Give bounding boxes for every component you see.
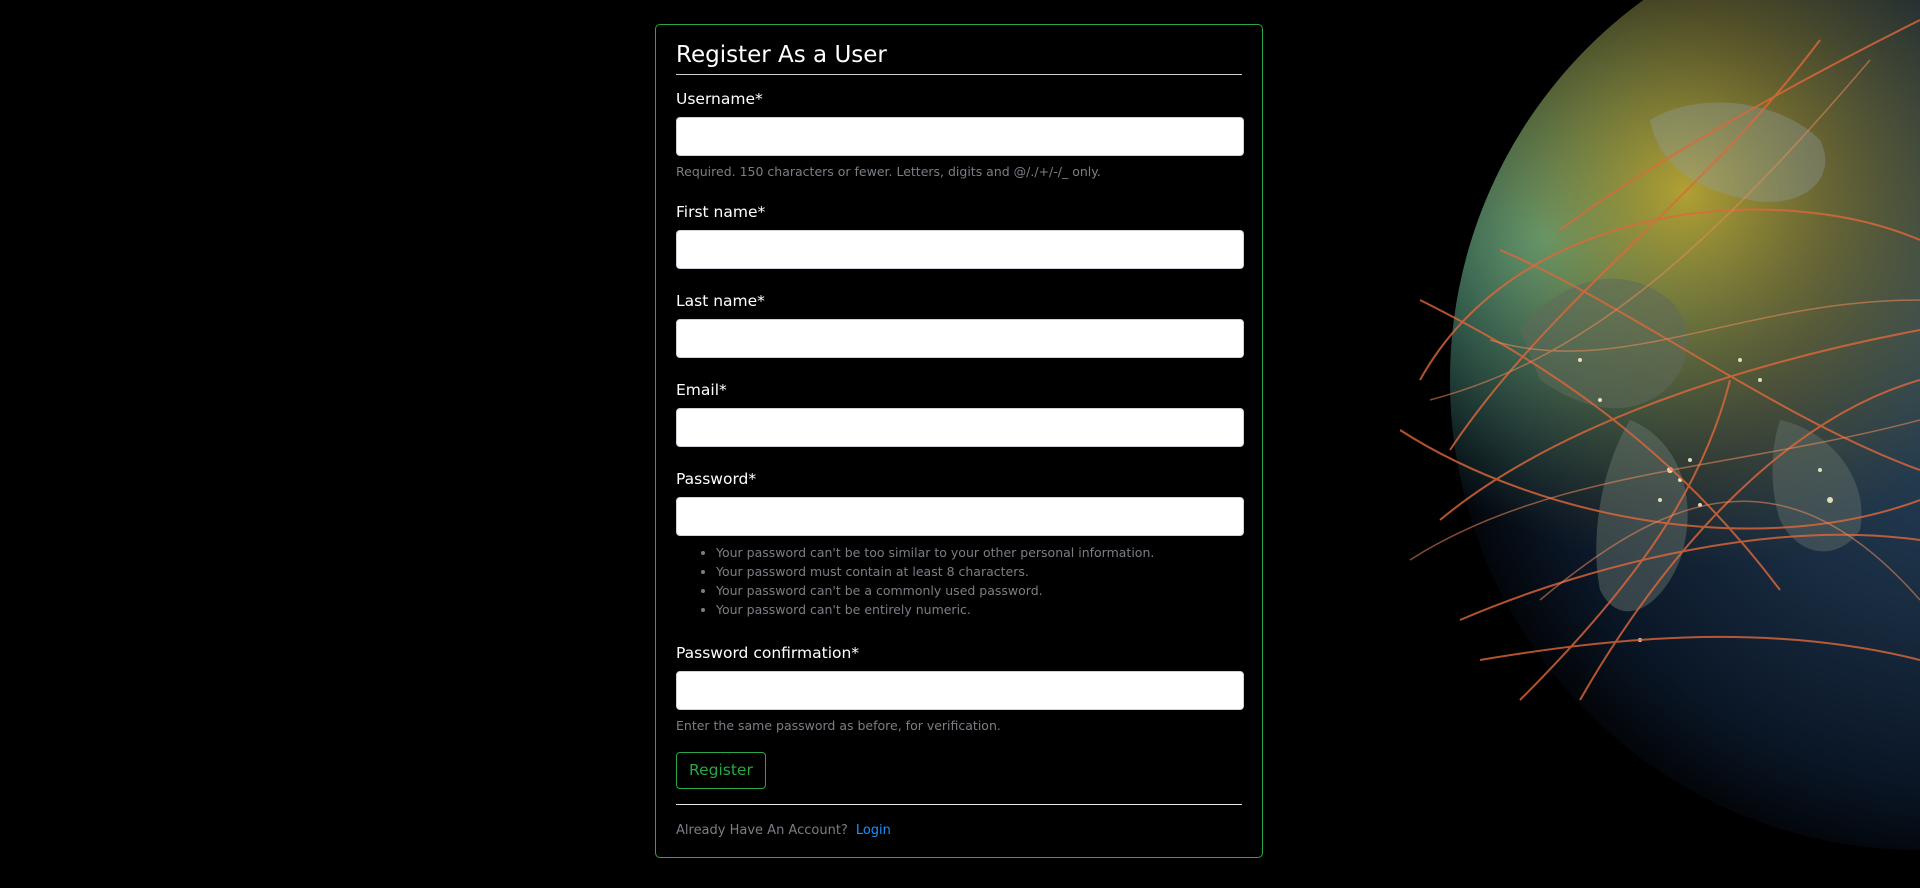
first-name-label: First name* — [676, 203, 766, 221]
last-name-input[interactable] — [676, 319, 1244, 358]
password-input[interactable] — [676, 497, 1244, 536]
username-help-text: Required. 150 characters or fewer. Lette… — [676, 164, 1101, 179]
email-input[interactable] — [676, 408, 1244, 447]
register-button[interactable]: Register — [676, 752, 766, 789]
last-name-label: Last name* — [676, 292, 765, 310]
globe-network-image — [1400, 0, 1920, 888]
email-group: Email* — [676, 380, 1244, 447]
first-name-group: First name* — [676, 202, 1244, 269]
login-prompt-text: Already Have An Account? — [676, 823, 848, 838]
password-confirmation-help-text: Enter the same password as before, for v… — [676, 718, 1001, 733]
password-confirmation-label: Password confirmation* — [676, 644, 860, 662]
username-input[interactable] — [676, 117, 1244, 156]
password-help-item: Your password can't be too similar to yo… — [716, 543, 1242, 562]
password-help-item: Your password can't be entirely numeric. — [716, 600, 1242, 619]
password-label: Password* — [676, 470, 757, 488]
page-title: Register As a User — [676, 39, 1242, 75]
password-confirmation-group: Password confirmation* Enter the same pa… — [676, 643, 1244, 734]
first-name-input[interactable] — [676, 230, 1244, 269]
page: Register As a User Username* Required. 1… — [0, 0, 1920, 888]
password-confirmation-input[interactable] — [676, 671, 1244, 710]
password-group: Password* Your password can't be too sim… — [676, 469, 1244, 619]
password-help-list: Your password can't be too similar to yo… — [676, 543, 1242, 619]
username-label: Username* — [676, 90, 763, 108]
password-help-item: Your password can't be a commonly used p… — [716, 581, 1242, 600]
last-name-group: Last name* — [676, 291, 1244, 358]
login-link[interactable]: Login — [856, 823, 891, 838]
login-prompt: Already Have An Account? Login — [676, 823, 1242, 838]
password-help-item: Your password must contain at least 8 ch… — [716, 562, 1242, 581]
register-card: Register As a User Username* Required. 1… — [655, 24, 1263, 858]
username-group: Username* Required. 150 characters or fe… — [676, 89, 1244, 180]
email-label: Email* — [676, 381, 727, 399]
divider — [676, 804, 1242, 805]
